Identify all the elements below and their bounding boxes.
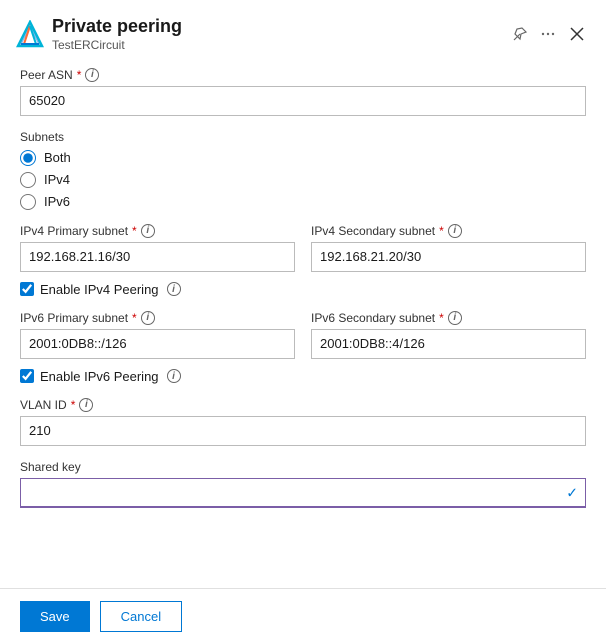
dialog-header: Private peering TestERCircuit xyxy=(0,0,606,56)
subnets-group: Subnets Both IPv4 IPv6 xyxy=(20,130,586,210)
close-button[interactable] xyxy=(564,21,590,47)
ipv6-primary-col: IPv6 Primary subnet * i xyxy=(20,311,295,359)
shared-key-label: Shared key xyxy=(20,460,586,474)
radio-ipv4-label: IPv4 xyxy=(44,172,70,187)
required-indicator: * xyxy=(77,68,82,82)
ipv6-secondary-col: IPv6 Secondary subnet * i xyxy=(311,311,586,359)
enable-ipv4-checkbox[interactable] xyxy=(20,282,34,296)
dialog-subtitle: TestERCircuit xyxy=(52,38,500,52)
ipv6-subnet-row: IPv6 Primary subnet * i IPv6 Secondary s… xyxy=(20,311,586,359)
enable-ipv4-label: Enable IPv4 Peering xyxy=(40,282,159,297)
vlan-required: * xyxy=(71,398,76,412)
ipv6-primary-label: IPv6 Primary subnet * i xyxy=(20,311,295,325)
peer-asn-info-icon[interactable]: i xyxy=(85,68,99,82)
enable-ipv6-row: Enable IPv6 Peering i xyxy=(20,369,586,384)
peer-asn-group: Peer ASN * i xyxy=(20,68,586,116)
ipv6-primary-input[interactable] xyxy=(20,329,295,359)
vlan-id-label: VLAN ID * i xyxy=(20,398,586,412)
ipv4-primary-label: IPv4 Primary subnet * i xyxy=(20,224,295,238)
check-icon: ✓ xyxy=(566,484,578,501)
peer-asn-label: Peer ASN * i xyxy=(20,68,586,82)
subnets-label: Subnets xyxy=(20,130,586,144)
radio-ipv4-input[interactable] xyxy=(20,172,36,188)
private-peering-dialog: Private peering TestERCircuit xyxy=(0,0,606,644)
cancel-button[interactable]: Cancel xyxy=(100,601,182,632)
enable-ipv6-checkbox-label[interactable]: Enable IPv6 Peering xyxy=(20,369,159,384)
ipv4-secondary-input[interactable] xyxy=(311,242,586,272)
peer-asn-input[interactable] xyxy=(20,86,586,116)
radio-ipv6[interactable]: IPv6 xyxy=(20,194,586,210)
radio-both-label: Both xyxy=(44,150,71,165)
radio-both-input[interactable] xyxy=(20,150,36,166)
ipv4-secondary-label: IPv4 Secondary subnet * i xyxy=(311,224,586,238)
dialog-title: Private peering xyxy=(52,16,500,38)
ipv4-secondary-col: IPv4 Secondary subnet * i xyxy=(311,224,586,272)
shared-key-wrapper: ✓ xyxy=(20,478,586,508)
enable-ipv4-info-icon[interactable]: i xyxy=(167,282,181,296)
enable-ipv6-label: Enable IPv6 Peering xyxy=(40,369,159,384)
ipv4-secondary-required: * xyxy=(439,224,444,238)
ipv6-secondary-label: IPv6 Secondary subnet * i xyxy=(311,311,586,325)
azure-logo-icon xyxy=(16,20,44,48)
close-icon xyxy=(568,25,586,43)
vlan-id-input[interactable] xyxy=(20,416,586,446)
vlan-id-group: VLAN ID * i xyxy=(20,398,586,446)
ipv6-secondary-info-icon[interactable]: i xyxy=(448,311,462,325)
dialog-footer: Save Cancel xyxy=(0,588,606,644)
ipv6-primary-required: * xyxy=(132,311,137,325)
radio-ipv6-label: IPv6 xyxy=(44,194,70,209)
ipv6-secondary-required: * xyxy=(439,311,444,325)
vlan-info-icon[interactable]: i xyxy=(79,398,93,412)
radio-ipv4[interactable]: IPv4 xyxy=(20,172,586,188)
shared-key-input[interactable] xyxy=(20,478,586,508)
ipv4-primary-info-icon[interactable]: i xyxy=(141,224,155,238)
ipv4-primary-required: * xyxy=(132,224,137,238)
shared-key-group: Shared key ✓ xyxy=(20,460,586,508)
dialog-body: Peer ASN * i Subnets Both IPv4 IP xyxy=(0,56,606,588)
enable-ipv4-checkbox-label[interactable]: Enable IPv4 Peering xyxy=(20,282,159,297)
more-icon xyxy=(540,26,556,42)
ipv4-primary-col: IPv4 Primary subnet * i xyxy=(20,224,295,272)
more-button[interactable] xyxy=(536,22,560,46)
header-actions xyxy=(508,21,590,47)
header-titles: Private peering TestERCircuit xyxy=(52,16,500,52)
ipv4-subnet-row: IPv4 Primary subnet * i IPv4 Secondary s… xyxy=(20,224,586,272)
radio-ipv6-input[interactable] xyxy=(20,194,36,210)
radio-both[interactable]: Both xyxy=(20,150,586,166)
enable-ipv4-row: Enable IPv4 Peering i xyxy=(20,282,586,297)
pin-icon xyxy=(512,26,528,42)
enable-ipv6-info-icon[interactable]: i xyxy=(167,369,181,383)
save-button[interactable]: Save xyxy=(20,601,90,632)
ipv6-secondary-input[interactable] xyxy=(311,329,586,359)
ipv4-secondary-info-icon[interactable]: i xyxy=(448,224,462,238)
subnets-radio-group: Both IPv4 IPv6 xyxy=(20,150,586,210)
pin-button[interactable] xyxy=(508,22,532,46)
ipv6-primary-info-icon[interactable]: i xyxy=(141,311,155,325)
enable-ipv6-checkbox[interactable] xyxy=(20,369,34,383)
ipv4-primary-input[interactable] xyxy=(20,242,295,272)
